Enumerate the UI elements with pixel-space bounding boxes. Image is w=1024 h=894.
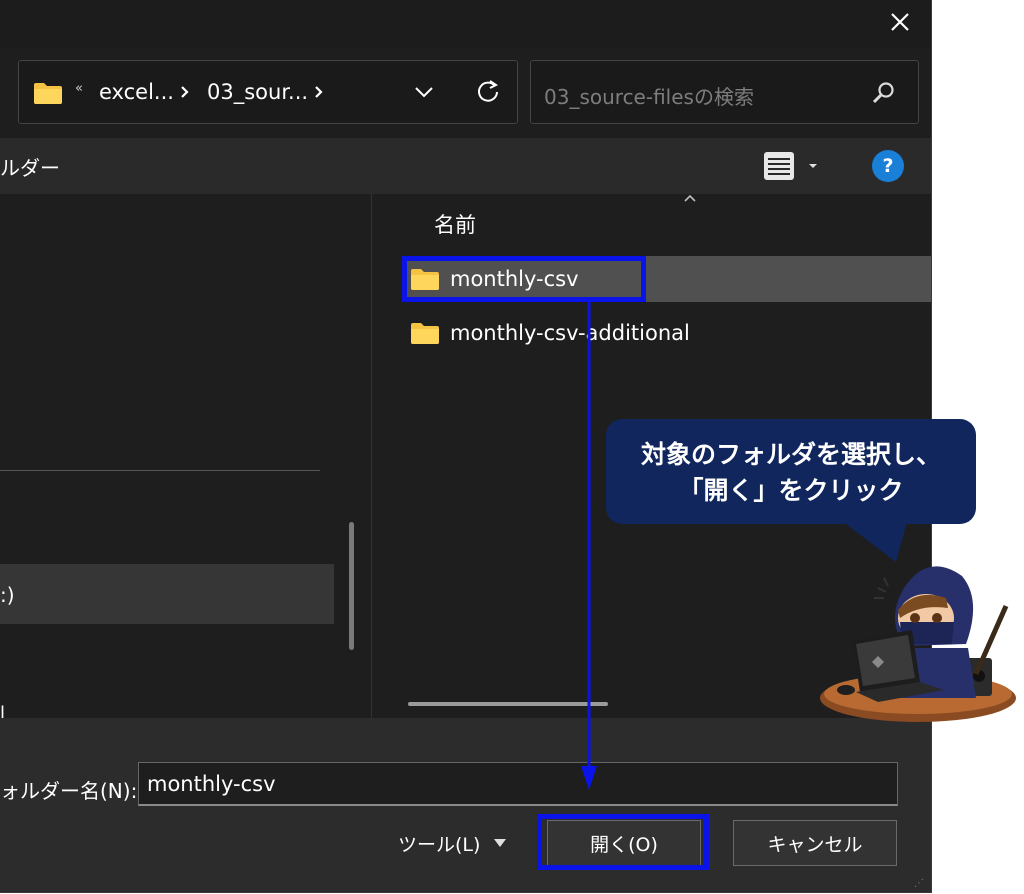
arrow-connector (581, 300, 597, 790)
callout-text: 対象のフォルダを選択し、 「開く」をクリック (606, 437, 976, 509)
highlight-open-button (537, 814, 709, 870)
cancel-button[interactable]: キャンセル (733, 820, 897, 866)
list-view-icon[interactable] (760, 149, 822, 183)
nav-item-selected-label: :) (0, 583, 15, 607)
nav-separator (0, 470, 320, 471)
refresh-icon[interactable] (474, 77, 502, 105)
list-item-monthly-csv-additional[interactable]: monthly-csv-additional (410, 313, 690, 353)
highlight-selected-folder (402, 256, 646, 302)
search-box[interactable]: 03_source-filesの検索 (530, 60, 919, 124)
folder-name-input[interactable] (138, 762, 898, 806)
navigation-pane (0, 194, 372, 718)
search-icon[interactable] (871, 80, 897, 106)
breadcrumb-1[interactable]: excel... (99, 80, 174, 104)
column-header-name[interactable]: 名前 (434, 209, 476, 239)
breadcrumb-chevron-icon[interactable] (179, 79, 191, 105)
search-input[interactable]: 03_source-filesの検索 (544, 81, 754, 110)
nav-item-selected[interactable] (0, 564, 334, 624)
list-item-label: monthly-csv-additional (450, 321, 690, 345)
overflow-chevron[interactable]: « (75, 81, 83, 96)
folder-icon (411, 323, 439, 344)
command-toolbar: ルダー ? (0, 138, 931, 194)
chevron-down-icon[interactable] (411, 79, 437, 105)
folder-name-label: ォルダー名(N): (0, 779, 138, 803)
sort-ascending-icon (684, 194, 696, 202)
instruction-callout: 対象のフォルダを選択し、 「開く」をクリック (606, 419, 976, 524)
breadcrumb-2[interactable]: 03_sour... (207, 80, 308, 104)
title-bar (0, 0, 931, 48)
folder-icon (34, 83, 62, 104)
close-icon (891, 13, 909, 31)
callout-line-1: 対象のフォルダを選択し、 (640, 440, 941, 469)
breadcrumb-chevron-icon[interactable] (313, 79, 325, 105)
nav-scrollbar[interactable] (349, 522, 354, 650)
ninja-mascot-illustration (820, 566, 1016, 722)
chevron-down-icon[interactable] (492, 837, 508, 849)
new-folder-button[interactable]: ルダー (0, 152, 60, 181)
address-bar[interactable]: « excel... 03_sour... (18, 60, 518, 124)
tools-button[interactable]: ツール(L) (398, 830, 480, 857)
callout-line-2: 「開く」をクリック (678, 476, 904, 505)
help-button[interactable]: ? (872, 150, 904, 182)
resize-grip-icon[interactable]: ⋰ (914, 878, 924, 889)
close-button[interactable] (876, 2, 924, 42)
